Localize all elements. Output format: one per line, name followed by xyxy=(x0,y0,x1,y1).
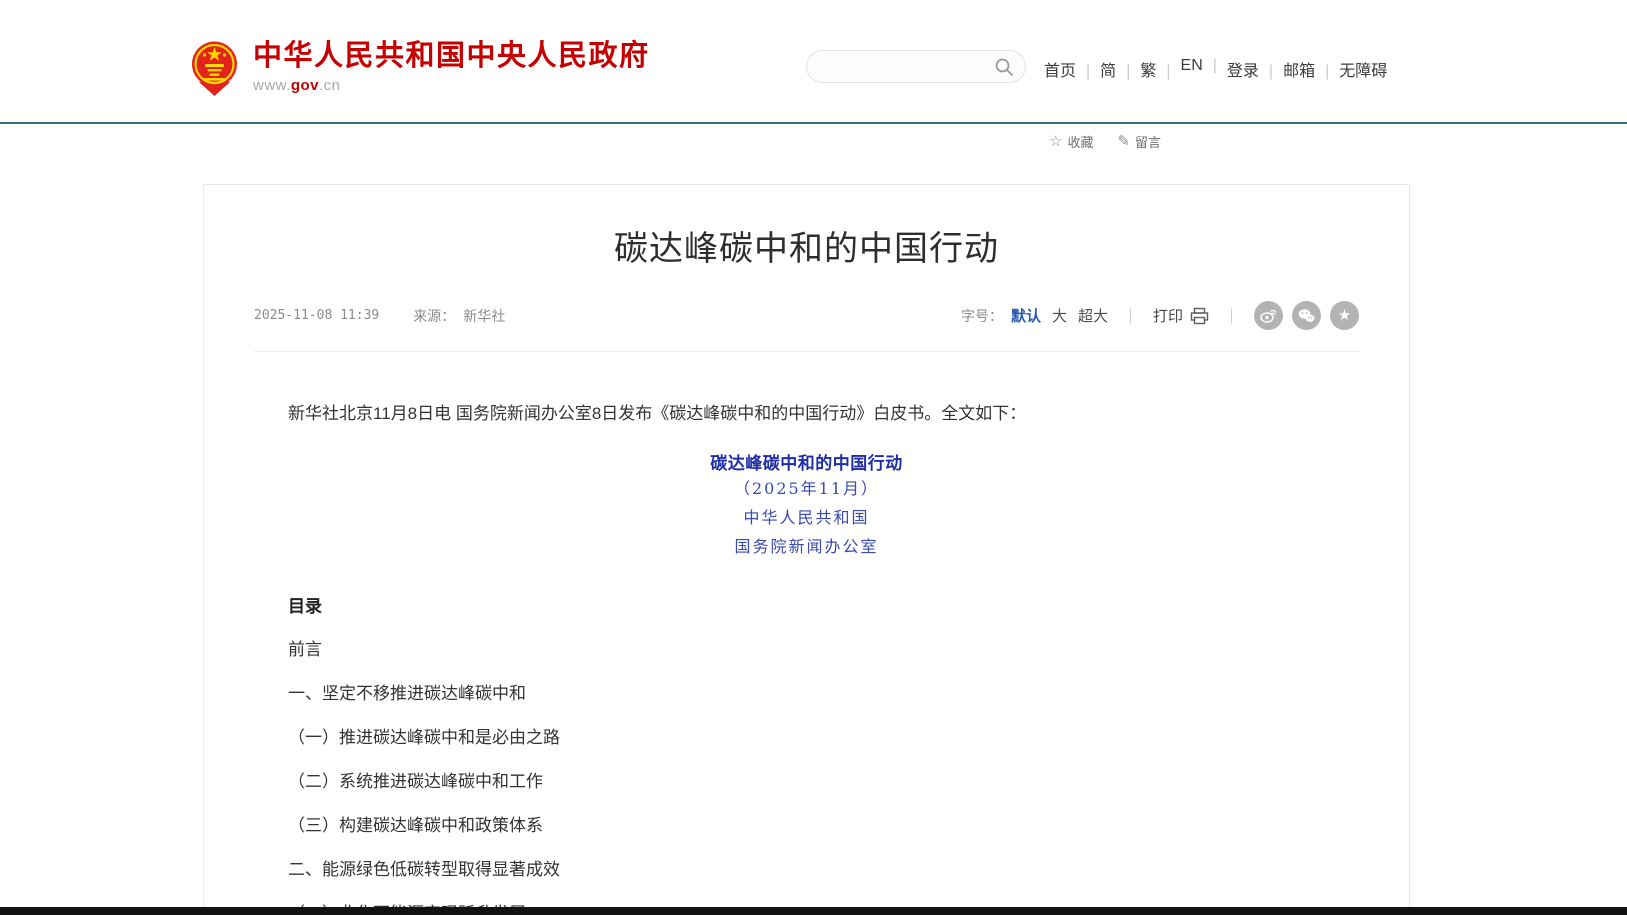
nav-link[interactable]: EN xyxy=(1181,57,1227,81)
share-icons: ★ xyxy=(1254,301,1359,330)
article-meta: 2025-11-08 11:39 来源： 新华社 字号： 默认大超大 打印 xyxy=(254,301,1359,352)
font-size-option[interactable]: 超大 xyxy=(1078,305,1108,326)
nav-link[interactable]: 首页 xyxy=(1044,57,1100,81)
wechat-share-icon[interactable] xyxy=(1292,301,1321,330)
site-header: 中华人民共和国中央人民政府 www.gov.cn 首页简繁EN登录邮箱无障碍 xyxy=(0,0,1627,122)
divider xyxy=(1130,308,1131,324)
comment-label: 留言 xyxy=(1135,132,1161,151)
meta-right: 字号： 默认大超大 打印 xyxy=(961,301,1359,330)
nav-link[interactable]: 邮箱 xyxy=(1283,57,1339,81)
article-title: 碳达峰碳中和的中国行动 xyxy=(244,221,1369,270)
toc-item: （三）构建碳达峰碳中和政策体系 xyxy=(254,814,1359,837)
source-value[interactable]: 新华社 xyxy=(463,306,505,326)
nav-link[interactable]: 繁 xyxy=(1140,57,1180,81)
favorite-button[interactable]: ☆ 收藏 xyxy=(1049,132,1093,151)
url-main: gov xyxy=(291,77,319,94)
nav-link[interactable]: 简 xyxy=(1100,57,1140,81)
font-size-options: 默认大超大 xyxy=(1011,305,1108,326)
toc-item: 一、坚定不移推进碳达峰碳中和 xyxy=(254,682,1359,705)
url-suffix: .cn xyxy=(319,77,341,94)
intro-paragraph: 新华社北京11月8日电 国务院新闻办公室8日发布《碳达峰碳中和的中国行动》白皮书… xyxy=(254,401,1359,426)
site-brand[interactable]: 中华人民共和国中央人民政府 www.gov.cn xyxy=(191,38,650,96)
source-label: 来源： xyxy=(413,306,455,326)
toc-item: 二、能源绿色低碳转型取得显著成效 xyxy=(254,858,1359,881)
nav-link[interactable]: 无障碍 xyxy=(1339,57,1387,81)
doc-date: （2025年11月） xyxy=(254,474,1359,503)
print-label: 打印 xyxy=(1153,305,1183,326)
search-input[interactable] xyxy=(807,51,1025,82)
site-url: www.gov.cn xyxy=(253,77,650,94)
search-box[interactable] xyxy=(806,50,1026,83)
nav-link[interactable]: 登录 xyxy=(1227,57,1283,81)
action-row: ☆ 收藏 ✎ 留言 xyxy=(1049,132,1161,151)
url-prefix: www. xyxy=(253,77,291,94)
national-emblem-logo xyxy=(191,38,238,96)
brand-text: 中华人民共和国中央人民政府 www.gov.cn xyxy=(253,40,650,94)
site-title: 中华人民共和国中央人民政府 xyxy=(253,40,650,72)
pencil-icon: ✎ xyxy=(1117,134,1130,149)
search-icon[interactable] xyxy=(994,57,1014,77)
weibo-share-icon[interactable] xyxy=(1254,301,1283,330)
meta-left: 2025-11-08 11:39 来源： 新华社 xyxy=(254,306,505,326)
comment-button[interactable]: ✎ 留言 xyxy=(1117,132,1161,151)
toc-item: 前言 xyxy=(254,638,1359,661)
bottom-bar xyxy=(0,907,1627,915)
publish-date: 2025-11-08 11:39 xyxy=(254,308,379,323)
font-size-label: 字号： xyxy=(961,306,1003,326)
article-body: 新华社北京11月8日电 国务院新闻办公室8日发布《碳达峰碳中和的中国行动》白皮书… xyxy=(204,401,1409,915)
print-button[interactable]: 打印 xyxy=(1153,305,1209,326)
star-icon: ☆ xyxy=(1049,134,1062,149)
doc-title: 碳达峰碳中和的中国行动 xyxy=(254,449,1359,474)
article-card: 碳达峰碳中和的中国行动 2025-11-08 11:39 来源： 新华社 字号：… xyxy=(203,184,1410,915)
printer-icon xyxy=(1190,307,1209,325)
toc-item: （一）推进碳达峰碳中和是必由之路 xyxy=(254,726,1359,749)
header-divider xyxy=(0,122,1627,124)
font-size-option[interactable]: 默认 xyxy=(1011,305,1041,326)
page: 中华人民共和国中央人民政府 www.gov.cn 首页简繁EN登录邮箱无障碍 ☆… xyxy=(0,0,1627,915)
toc-heading: 目录 xyxy=(254,592,1359,617)
toc-item: （二）系统推进碳达峰碳中和工作 xyxy=(254,770,1359,793)
toc-list: 前言一、坚定不移推进碳达峰碳中和 （一）推进碳达峰碳中和是必由之路 （二）系统推进碳… xyxy=(254,638,1359,915)
source: 来源： 新华社 xyxy=(413,306,505,326)
divider xyxy=(1231,308,1232,324)
top-nav: 首页简繁EN登录邮箱无障碍 xyxy=(1044,57,1387,81)
favorite-label: 收藏 xyxy=(1067,132,1093,151)
doc-org-line: 国务院新闻办公室 xyxy=(254,532,1359,561)
qzone-share-icon[interactable]: ★ xyxy=(1330,301,1359,330)
doc-org-line: 中华人民共和国 xyxy=(254,503,1359,532)
font-size-option[interactable]: 大 xyxy=(1052,305,1067,326)
